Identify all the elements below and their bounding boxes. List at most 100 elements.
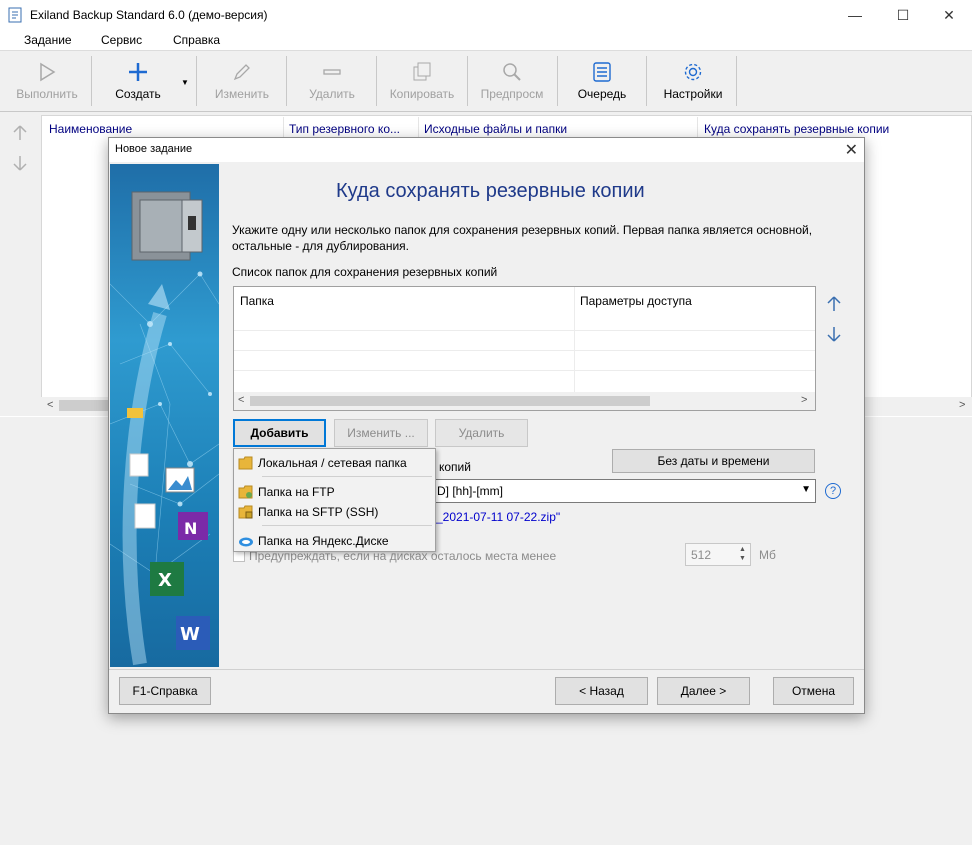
toolbar-separator <box>646 56 647 106</box>
delete-button[interactable]: Удалить <box>294 53 370 109</box>
scroll-left-icon[interactable]: < <box>238 394 244 406</box>
toolbar-separator <box>467 56 468 106</box>
minimize-button[interactable]: — <box>832 0 878 30</box>
move-down-icon[interactable] <box>11 154 29 172</box>
maximize-button[interactable]: ☐ <box>880 0 926 30</box>
copy-icon <box>413 62 431 81</box>
svg-text:X: X <box>158 570 172 591</box>
menu-separator <box>262 476 432 477</box>
svg-text:N: N <box>184 519 197 538</box>
column-divider <box>283 117 284 137</box>
menu-service[interactable]: Сервис <box>101 33 142 47</box>
queue-list-icon <box>593 62 611 82</box>
chevron-down-icon[interactable]: ▼ <box>801 484 811 495</box>
stepper-icon[interactable]: ▲ ▼ <box>736 545 749 564</box>
toolbar-separator <box>286 56 287 106</box>
menu-task[interactable]: Задание <box>24 33 72 47</box>
back-button[interactable]: < Назад <box>555 677 648 705</box>
create-dropdown-arrow-icon[interactable]: ▼ <box>181 78 189 87</box>
close-button[interactable]: ✕ <box>926 0 972 30</box>
filename-pattern-value: D] [hh]-[mm] <box>437 484 504 498</box>
column-divider <box>697 117 698 137</box>
run-button[interactable]: Выполнить <box>8 53 86 109</box>
help-button[interactable]: F1-Справка <box>119 677 211 705</box>
menu-item-yandex-disk[interactable]: Папка на Яндекс.Диске <box>238 531 389 551</box>
pencil-icon <box>233 64 250 81</box>
grid-column-access[interactable]: Параметры доступа <box>580 294 692 308</box>
window-title: Exiland Backup Standard 6.0 (демо-версия… <box>30 8 268 22</box>
filename-preview: _2021-07-11 07-22.zip" <box>436 510 561 524</box>
add-folder-button[interactable]: Добавить <box>233 419 326 447</box>
dialog-titlebar: Новое задание ✕ <box>109 138 864 162</box>
toolbar-separator <box>376 56 377 106</box>
cancel-button[interactable]: Отмена <box>773 677 854 705</box>
move-down-icon[interactable] <box>826 326 842 342</box>
toolbar-separator <box>736 56 737 106</box>
scrollbar-thumb[interactable] <box>250 396 650 406</box>
instruction-text: Укажите одну или несколько папок для сох… <box>232 223 813 253</box>
svg-text:W: W <box>180 624 200 645</box>
page-title: Куда сохранять резервные копии <box>336 180 645 202</box>
toolbar-separator <box>196 56 197 106</box>
delete-folder-button[interactable]: Удалить <box>435 419 528 447</box>
settings-button[interactable]: Настройки <box>655 53 731 109</box>
new-task-dialog: Новое задание ✕ N X W Куда сохранять рез… <box>108 137 865 714</box>
threshold-value: 512 <box>691 548 712 562</box>
sftp-folder-icon <box>238 505 253 519</box>
grid-column-divider <box>574 287 575 392</box>
threshold-unit: Мб <box>759 548 776 562</box>
gear-icon <box>684 63 702 81</box>
ftp-folder-icon <box>238 485 253 499</box>
help-icon[interactable]: ? <box>825 483 841 499</box>
toolbar-separator <box>557 56 558 106</box>
footer-divider <box>109 669 864 670</box>
menu-item-ftp[interactable]: Папка на FTP <box>238 482 335 502</box>
menu-bar: Задание Сервис Справка <box>0 30 972 50</box>
scroll-left-icon[interactable]: < <box>47 399 53 411</box>
queue-button[interactable]: Очередь <box>566 53 638 109</box>
edit-folder-button[interactable]: Изменить ... <box>334 419 428 447</box>
grid-scrollbar[interactable]: < > <box>234 392 815 410</box>
copy-button[interactable]: Копировать <box>383 53 461 109</box>
next-button[interactable]: Далее > <box>657 677 750 705</box>
add-folder-menu: Локальная / сетевая папка Папка на FTP П… <box>233 448 436 552</box>
scroll-right-icon[interactable]: > <box>959 399 965 411</box>
disk-space-threshold-input[interactable]: 512 ▲ ▼ <box>685 543 751 566</box>
grid-column-folder[interactable]: Папка <box>240 294 274 308</box>
dialog-title: Новое задание <box>115 143 193 155</box>
grid-row-line <box>234 370 815 371</box>
menu-help[interactable]: Справка <box>173 33 220 47</box>
grid-row-line <box>234 330 815 331</box>
app-icon <box>8 7 22 23</box>
folder-list-label: Список папок для сохранения резервных ко… <box>232 265 498 279</box>
menu-item-local-folder[interactable]: Локальная / сетевая папка <box>238 453 407 473</box>
minus-icon <box>323 69 341 75</box>
edit-button[interactable]: Изменить <box>204 53 280 109</box>
network-illustration: N X W <box>110 191 219 666</box>
play-icon <box>40 62 56 82</box>
preview-button[interactable]: Предпросм <box>474 53 550 109</box>
destination-folder-list[interactable]: Папка Параметры доступа < > <box>233 286 816 411</box>
move-up-icon[interactable] <box>11 124 29 142</box>
move-up-icon[interactable] <box>826 296 842 312</box>
column-backup-type[interactable]: Тип резервного ко... <box>289 122 400 136</box>
column-destination[interactable]: Куда сохранять резервные копии <box>704 122 889 136</box>
column-name[interactable]: Наименование <box>49 122 132 136</box>
menu-separator <box>262 525 432 526</box>
filename-pattern-combo[interactable]: D] [hh]-[mm] ▼ <box>431 479 816 503</box>
create-button[interactable]: Создать <box>100 53 176 109</box>
wizard-banner-image: N X W <box>110 164 219 667</box>
plus-icon <box>129 63 147 81</box>
magnifier-icon <box>503 63 521 81</box>
toolbar: Выполнить Создать ▼ Изменить Удалить Коп… <box>0 50 972 112</box>
menu-item-sftp[interactable]: Папка на SFTP (SSH) <box>238 502 378 522</box>
column-source[interactable]: Исходные файлы и папки <box>424 122 567 136</box>
window-titlebar: Exiland Backup Standard 6.0 (демо-версия… <box>0 0 972 30</box>
folder-icon <box>238 456 253 470</box>
dialog-close-button[interactable]: ✕ <box>845 140 858 160</box>
cloud-icon <box>239 537 253 547</box>
toolbar-separator <box>91 56 92 106</box>
filename-pattern-label: копий <box>439 460 471 474</box>
scroll-right-icon[interactable]: > <box>801 394 807 406</box>
no-date-time-button[interactable]: Без даты и времени <box>612 449 815 473</box>
